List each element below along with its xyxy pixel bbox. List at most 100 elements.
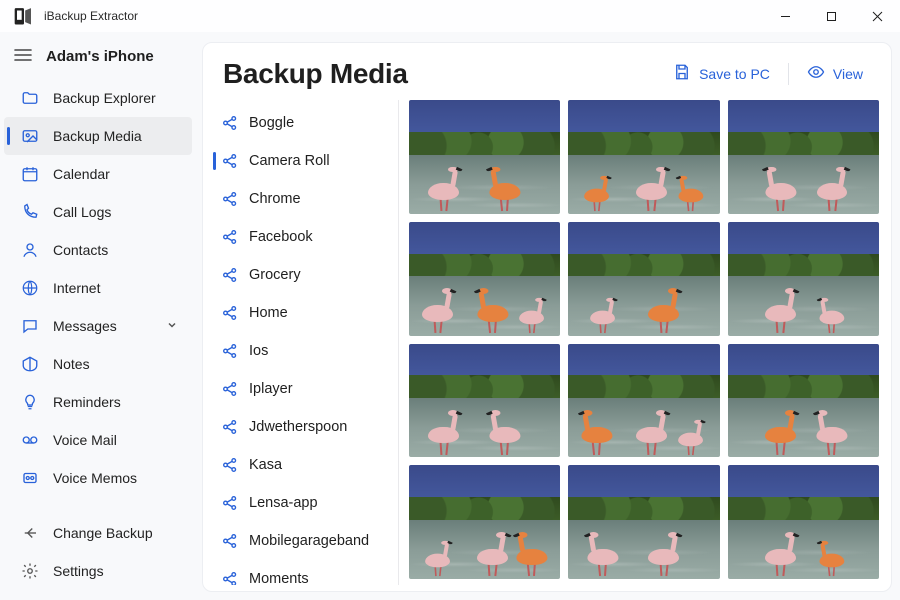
nav-label: Voice Mail bbox=[53, 432, 117, 448]
eye-icon bbox=[807, 63, 825, 84]
album-item[interactable]: Grocery bbox=[213, 256, 392, 294]
thumbnail[interactable] bbox=[728, 344, 879, 458]
view-label: View bbox=[833, 66, 863, 82]
nav-backup-explorer[interactable]: Backup Explorer bbox=[4, 79, 192, 117]
nav-backup-media[interactable]: Backup Media bbox=[4, 117, 192, 155]
phone-icon bbox=[21, 203, 39, 221]
nav-reminders[interactable]: Reminders bbox=[4, 383, 192, 421]
share-icon bbox=[221, 494, 239, 512]
nav-internet[interactable]: Internet bbox=[4, 269, 192, 307]
album-label: Jdwetherspoon bbox=[249, 419, 347, 435]
nav-messages[interactable]: Messages bbox=[4, 307, 192, 345]
folder-icon bbox=[21, 89, 39, 107]
album-label: Kasa bbox=[249, 457, 282, 473]
voicemail-icon bbox=[21, 431, 39, 449]
share-icon bbox=[221, 532, 239, 550]
share-icon bbox=[221, 342, 239, 360]
share-icon bbox=[221, 114, 239, 132]
nav-label: Messages bbox=[53, 318, 117, 334]
save-label: Save to PC bbox=[699, 66, 770, 82]
nav-label: Notes bbox=[53, 356, 90, 372]
album-item[interactable]: Home bbox=[213, 294, 392, 332]
gear-icon bbox=[21, 562, 39, 580]
share-icon bbox=[221, 228, 239, 246]
chevron-down-icon bbox=[166, 318, 178, 334]
note-icon bbox=[21, 355, 39, 373]
window-minimize-button[interactable] bbox=[762, 0, 808, 32]
album-item[interactable]: Moments bbox=[213, 560, 392, 585]
thumbnail[interactable] bbox=[568, 100, 719, 214]
view-button[interactable]: View bbox=[799, 57, 871, 90]
share-icon bbox=[221, 418, 239, 436]
device-name: Adam's iPhone bbox=[46, 48, 154, 65]
album-item[interactable]: Kasa bbox=[213, 446, 392, 484]
album-item[interactable]: Lensa-app bbox=[213, 484, 392, 522]
album-item[interactable]: Boggle bbox=[213, 104, 392, 142]
nav-voice-mail[interactable]: Voice Mail bbox=[4, 421, 192, 459]
app-icon bbox=[10, 8, 38, 24]
nav-label: Internet bbox=[53, 280, 100, 296]
title-bar: iBackup Extractor bbox=[0, 0, 900, 32]
sidebar: Adam's iPhone Backup Explorer Backup Med… bbox=[0, 32, 196, 600]
album-item[interactable]: Ios bbox=[213, 332, 392, 370]
nav-calendar[interactable]: Calendar bbox=[4, 155, 192, 193]
thumbnail[interactable] bbox=[568, 222, 719, 336]
app-title: iBackup Extractor bbox=[44, 9, 138, 23]
album-item[interactable]: Iplayer bbox=[213, 370, 392, 408]
thumbnail-scroll[interactable] bbox=[399, 100, 885, 585]
share-icon bbox=[221, 570, 239, 585]
nav-settings[interactable]: Settings bbox=[4, 552, 192, 590]
album-item[interactable]: Mobilegarageband bbox=[213, 522, 392, 560]
memo-icon bbox=[21, 469, 39, 487]
thumbnail[interactable] bbox=[728, 100, 879, 214]
album-item[interactable]: Chrome bbox=[213, 180, 392, 218]
thumbnail[interactable] bbox=[409, 222, 560, 336]
album-label: Moments bbox=[249, 571, 309, 585]
album-label: Iplayer bbox=[249, 381, 293, 397]
album-label: Camera Roll bbox=[249, 153, 330, 169]
nav-label: Call Logs bbox=[53, 204, 111, 220]
nav-change-backup[interactable]: Change Backup bbox=[4, 514, 192, 552]
menu-icon[interactable] bbox=[14, 48, 32, 65]
save-to-pc-button[interactable]: Save to PC bbox=[665, 57, 778, 90]
back-arrow-icon bbox=[21, 524, 39, 542]
nav-footer: Change Backup Settings bbox=[0, 510, 196, 600]
globe-icon bbox=[21, 279, 39, 297]
nav-label: Calendar bbox=[53, 166, 110, 182]
thumbnail[interactable] bbox=[409, 100, 560, 214]
album-label: Ios bbox=[249, 343, 268, 359]
nav-contacts[interactable]: Contacts bbox=[4, 231, 192, 269]
page-title: Backup Media bbox=[223, 58, 408, 90]
window-close-button[interactable] bbox=[854, 0, 900, 32]
nav-voice-memos[interactable]: Voice Memos bbox=[4, 459, 192, 497]
nav-label: Backup Media bbox=[53, 128, 142, 144]
album-item[interactable]: Jdwetherspoon bbox=[213, 408, 392, 446]
thumbnail[interactable] bbox=[728, 465, 879, 579]
nav-label: Backup Explorer bbox=[53, 90, 156, 106]
thumbnail[interactable] bbox=[409, 465, 560, 579]
share-icon bbox=[221, 456, 239, 474]
album-list[interactable]: Boggle Camera Roll Chrome Facebook Grocery Ho… bbox=[213, 100, 399, 585]
thumbnail[interactable] bbox=[568, 344, 719, 458]
album-item[interactable]: Facebook bbox=[213, 218, 392, 256]
separator bbox=[788, 63, 789, 85]
thumbnail-grid bbox=[409, 100, 879, 585]
album-label: Boggle bbox=[249, 115, 294, 131]
nav-notes[interactable]: Notes bbox=[4, 345, 192, 383]
save-icon bbox=[673, 63, 691, 84]
album-label: Mobilegarageband bbox=[249, 533, 369, 549]
bulb-icon bbox=[21, 393, 39, 411]
thumbnail[interactable] bbox=[409, 344, 560, 458]
nav-label: Settings bbox=[53, 563, 104, 579]
album-item[interactable]: Camera Roll bbox=[213, 142, 392, 180]
share-icon bbox=[221, 266, 239, 284]
album-label: Facebook bbox=[249, 229, 313, 245]
album-label: Home bbox=[249, 305, 288, 321]
thumbnail[interactable] bbox=[728, 222, 879, 336]
thumbnail[interactable] bbox=[568, 465, 719, 579]
nav-label: Reminders bbox=[53, 394, 121, 410]
nav-label: Change Backup bbox=[53, 525, 153, 541]
main-header: Backup Media Save to PC View bbox=[203, 43, 891, 100]
nav-call-logs[interactable]: Call Logs bbox=[4, 193, 192, 231]
window-maximize-button[interactable] bbox=[808, 0, 854, 32]
